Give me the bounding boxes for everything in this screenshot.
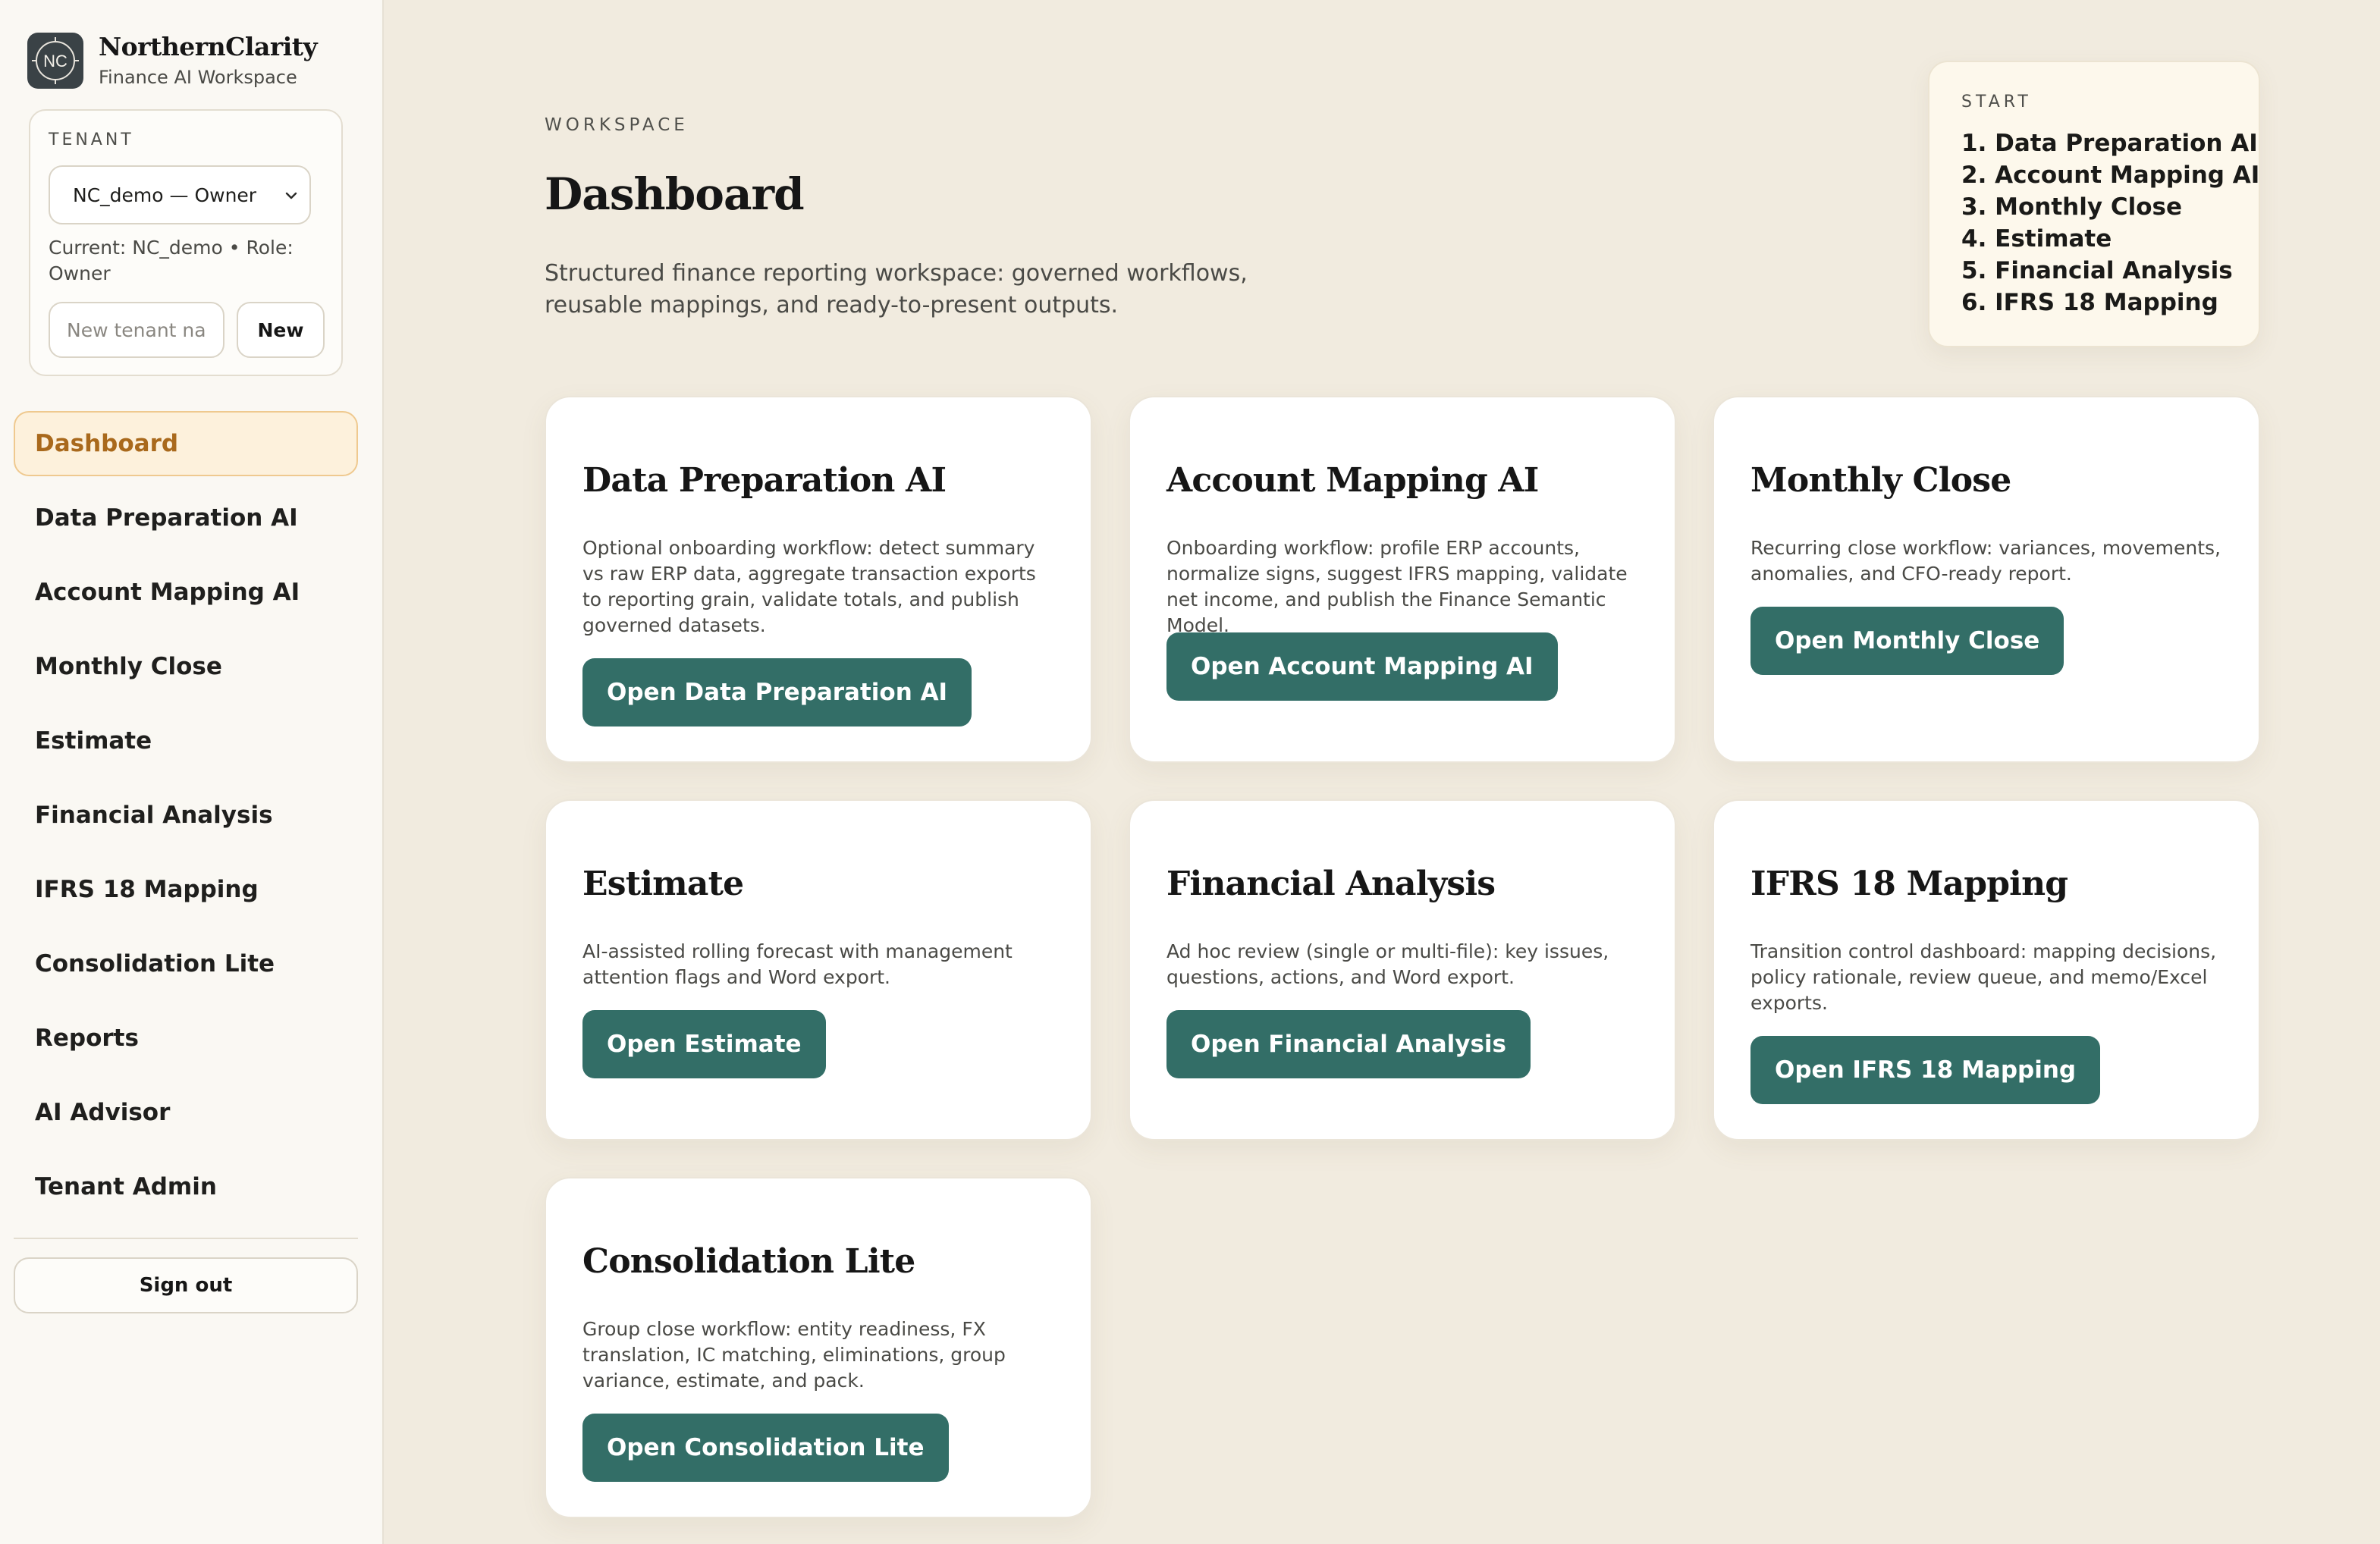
nav-item-reports[interactable]: Reports: [14, 1006, 358, 1071]
new-tenant-button[interactable]: New: [237, 302, 325, 358]
nav-item-tenant-admin[interactable]: Tenant Admin: [14, 1154, 358, 1219]
nav-item-monthly-close[interactable]: Monthly Close: [14, 634, 358, 699]
new-tenant-input[interactable]: [49, 302, 224, 358]
logo-compass-icon: NC: [32, 37, 79, 84]
card-consolidation-lite: Consolidation Lite Group close workflow:…: [545, 1177, 1092, 1518]
nav-divider: [14, 1238, 358, 1239]
page-description: Structured finance reporting workspace: …: [545, 260, 1248, 319]
tenant-select-value: NC_demo — Owner: [73, 184, 257, 206]
card-description: Onboarding workflow: profile ERP account…: [1166, 537, 1628, 636]
nav-item-account-mapping-ai[interactable]: Account Mapping AI: [14, 560, 358, 625]
open-consolidation-lite-button[interactable]: Open Consolidation Lite: [582, 1414, 949, 1482]
start-steps-list: 1. Data Preparation AI 2. Account Mappin…: [1961, 127, 2259, 319]
open-ifrs-18-mapping-button[interactable]: Open IFRS 18 Mapping: [1750, 1036, 2101, 1104]
nav-item-ai-advisor[interactable]: AI Advisor: [14, 1080, 358, 1145]
page-title: Dashboard: [545, 168, 805, 220]
card-title: Consolidation Lite: [582, 1242, 915, 1281]
chevron-down-icon: [285, 192, 297, 199]
brand-name: NorthernClarity: [99, 32, 318, 61]
card-description: Ad hoc review (single or multi-file): ke…: [1166, 940, 1609, 988]
start-step: 2. Account Mapping AI: [1961, 162, 2260, 189]
main-nav: Dashboard Data Preparation AI Account Ma…: [14, 411, 358, 1229]
card-monthly-close: Monthly Close Recurring close workflow: …: [1713, 396, 2260, 763]
card-data-preparation-ai: Data Preparation AI Optional onboarding …: [545, 396, 1092, 763]
open-estimate-button[interactable]: Open Estimate: [582, 1010, 826, 1078]
logo: NC: [27, 33, 83, 89]
card-title: Estimate: [582, 865, 744, 903]
card-title: Financial Analysis: [1166, 865, 1496, 903]
start-step: 5. Financial Analysis: [1961, 257, 2233, 284]
sidebar: NC NorthernClarity Finance AI Workspace …: [0, 0, 384, 1544]
nav-item-financial-analysis[interactable]: Financial Analysis: [14, 783, 358, 848]
start-label: START: [1961, 93, 2032, 111]
tenant-label: TENANT: [49, 130, 134, 149]
card-description: Optional onboarding workflow: detect sum…: [582, 537, 1036, 636]
logo-text: NC: [43, 52, 68, 71]
tenant-panel: TENANT NC_demo — Owner Current: NC_demo …: [29, 109, 343, 376]
nav-item-consolidation-lite[interactable]: Consolidation Lite: [14, 931, 358, 996]
open-data-preparation-ai-button[interactable]: Open Data Preparation AI: [582, 658, 972, 726]
brand-subtitle: Finance AI Workspace: [99, 67, 297, 88]
card-title: Data Preparation AI: [582, 461, 947, 500]
sign-out-button[interactable]: Sign out: [14, 1257, 358, 1313]
start-steps-panel: START 1. Data Preparation AI 2. Account …: [1928, 61, 2260, 347]
open-monthly-close-button[interactable]: Open Monthly Close: [1750, 607, 2064, 675]
card-title: IFRS 18 Mapping: [1750, 865, 2068, 903]
card-ifrs-18-mapping: IFRS 18 Mapping Transition control dashb…: [1713, 799, 2260, 1141]
start-step: 4. Estimate: [1961, 225, 2112, 253]
nav-item-dashboard[interactable]: Dashboard: [14, 411, 358, 476]
card-financial-analysis: Financial Analysis Ad hoc review (single…: [1129, 799, 1676, 1141]
tenant-select[interactable]: NC_demo — Owner: [49, 165, 311, 224]
card-description: AI-assisted rolling forecast with manage…: [582, 940, 1013, 988]
brand: NC NorthernClarity Finance AI Workspace: [27, 32, 318, 89]
section-eyebrow: WORKSPACE: [545, 115, 689, 135]
nav-item-ifrs-18-mapping[interactable]: IFRS 18 Mapping: [14, 857, 358, 922]
card-account-mapping-ai: Account Mapping AI Onboarding workflow: …: [1129, 396, 1676, 763]
card-estimate: Estimate AI-assisted rolling forecast wi…: [545, 799, 1092, 1141]
card-description: Transition control dashboard: mapping de…: [1750, 940, 2217, 1014]
start-step: 1. Data Preparation AI: [1961, 130, 2258, 157]
start-step: 6. IFRS 18 Mapping: [1961, 289, 2218, 316]
open-financial-analysis-button[interactable]: Open Financial Analysis: [1166, 1010, 1531, 1078]
card-title: Monthly Close: [1750, 461, 2011, 500]
open-account-mapping-ai-button[interactable]: Open Account Mapping AI: [1166, 632, 1558, 701]
nav-item-estimate[interactable]: Estimate: [14, 708, 358, 774]
card-title: Account Mapping AI: [1166, 461, 1539, 500]
nav-item-data-preparation-ai[interactable]: Data Preparation AI: [14, 485, 358, 551]
card-description: Group close workflow: entity readiness, …: [582, 1318, 1006, 1392]
tenant-current-info: Current: NC_demo • Role: Owner: [49, 237, 294, 284]
card-description: Recurring close workflow: variances, mov…: [1750, 537, 2221, 585]
start-step: 3. Monthly Close: [1961, 193, 2183, 221]
